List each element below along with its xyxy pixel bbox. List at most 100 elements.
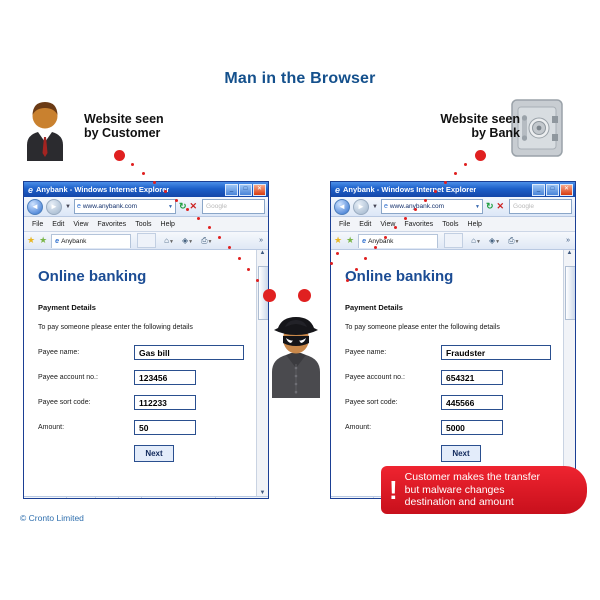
input-payee-name[interactable]: Gas bill xyxy=(134,345,244,360)
favorites-star-icon[interactable]: ★ xyxy=(334,235,342,246)
input-account-no[interactable]: 123456 xyxy=(134,370,196,385)
close-button[interactable]: ✕ xyxy=(560,184,573,196)
toolbar-overflow-icon[interactable]: » xyxy=(259,237,265,244)
print-icon[interactable]: ⎙▼ xyxy=(201,236,212,246)
window-controls[interactable]: _ □ ✕ xyxy=(532,184,573,196)
browser-navbar[interactable]: ◄ ► ▼ e www.anybank.com ▼ ↻ ✕ Google xyxy=(24,197,268,217)
page-scrollbar[interactable]: ▲ ▼ xyxy=(563,250,575,496)
stop-button[interactable]: ✕ xyxy=(190,201,198,212)
window-controls[interactable]: _ □ ✕ xyxy=(225,184,266,196)
back-button[interactable]: ◄ xyxy=(27,198,43,215)
history-dropdown-icon[interactable]: ▼ xyxy=(372,204,378,210)
arrow-dot xyxy=(153,181,156,184)
menu-item-view[interactable]: View xyxy=(73,221,88,228)
arrow-dot xyxy=(394,226,397,229)
scroll-down-icon[interactable]: ▼ xyxy=(260,490,266,496)
input-amount[interactable]: 50 xyxy=(134,420,196,435)
next-button[interactable]: Next xyxy=(441,445,481,462)
callout-line1: Customer makes the transfer xyxy=(404,471,541,484)
arrow-dot xyxy=(444,181,447,184)
menu-item-edit[interactable]: Edit xyxy=(359,221,371,228)
value-payee-name: Fraudster xyxy=(446,347,486,358)
arrow-dot xyxy=(374,246,377,249)
search-input[interactable]: Google xyxy=(509,199,572,214)
input-amount[interactable]: 5000 xyxy=(441,420,503,435)
forward-button[interactable]: ► xyxy=(46,198,62,215)
menu-bar[interactable]: File Edit View Favorites Tools Help xyxy=(331,217,575,232)
input-payee-name[interactable]: Fraudster xyxy=(441,345,551,360)
menu-item-edit[interactable]: Edit xyxy=(52,221,64,228)
input-sort-code[interactable]: 445566 xyxy=(441,395,503,410)
form-row-account-no: Payee account no.: 654321 xyxy=(345,370,555,385)
scroll-up-icon[interactable]: ▲ xyxy=(260,250,266,256)
arrow-dot xyxy=(197,217,200,220)
next-button[interactable]: Next xyxy=(134,445,174,462)
tab-bar[interactable]: ★ ★ e Anybank ⌂▼ ◈▼ ⎙▼ » xyxy=(24,232,268,250)
new-tab-button[interactable] xyxy=(444,233,464,248)
forward-button[interactable]: ► xyxy=(353,198,369,215)
browser-navbar[interactable]: ◄ ► ▼ e www.anybank.com ▼ ↻ ✕ Google xyxy=(331,197,575,217)
arrow-dot xyxy=(355,268,358,271)
address-bar[interactable]: e www.anybank.com ▼ xyxy=(380,199,483,214)
menu-item-tools[interactable]: Tools xyxy=(442,221,458,228)
label-account-no: Payee account no.: xyxy=(345,374,405,381)
tab-bar[interactable]: ★ ★ e Anybank ⌂▼ ◈▼ ⎙▼ » xyxy=(331,232,575,250)
browser-window-customer[interactable]: e Anybank - Windows Internet Explorer _ … xyxy=(23,181,269,499)
address-bar[interactable]: e www.anybank.com ▼ xyxy=(73,199,176,214)
search-placeholder: Google xyxy=(206,203,228,210)
menu-bar[interactable]: File Edit View Favorites Tools Help xyxy=(24,217,268,232)
favorites-star-icon[interactable]: ★ xyxy=(27,235,35,246)
input-sort-code[interactable]: 112233 xyxy=(134,395,196,410)
browser-tab-anybank[interactable]: e Anybank xyxy=(358,233,439,248)
stop-button[interactable]: ✕ xyxy=(497,201,505,212)
window-title: Anybank - Windows Internet Explorer xyxy=(36,185,170,194)
status-cell-4 xyxy=(119,497,142,498)
browser-window-bank[interactable]: e Anybank - Windows Internet Explorer _ … xyxy=(330,181,576,499)
search-input[interactable]: Google xyxy=(202,199,265,214)
label-account-no: Payee account no.: xyxy=(38,374,98,381)
print-icon[interactable]: ⎙▼ xyxy=(508,236,519,246)
scrollbar-thumb[interactable] xyxy=(565,266,575,320)
status-bar: 🖳 My Computer 🔍 100% ▼ xyxy=(24,496,268,498)
menu-item-favorites[interactable]: Favorites xyxy=(404,221,433,228)
maximize-button[interactable]: □ xyxy=(239,184,252,196)
address-dropdown-icon[interactable]: ▼ xyxy=(475,204,480,210)
input-account-no[interactable]: 654321 xyxy=(441,370,503,385)
maximize-button[interactable]: □ xyxy=(546,184,559,196)
label-sort-code: Payee sort code: xyxy=(345,399,398,406)
toolbar-overflow-icon[interactable]: » xyxy=(566,237,572,244)
home-icon[interactable]: ⌂▼ xyxy=(164,236,174,245)
scroll-up-icon[interactable]: ▲ xyxy=(567,250,573,256)
refresh-button[interactable]: ↻ xyxy=(486,201,494,212)
arrow-dot xyxy=(238,257,241,260)
value-sort-code: 445566 xyxy=(446,397,475,408)
tab-favicon-icon: e xyxy=(362,237,367,245)
add-favorite-icon[interactable]: ★ xyxy=(346,235,354,246)
menu-item-file[interactable]: File xyxy=(32,221,43,228)
window-title: Anybank - Windows Internet Explorer xyxy=(343,185,477,194)
browser-tab-anybank[interactable]: e Anybank xyxy=(51,233,132,248)
menu-item-tools[interactable]: Tools xyxy=(135,221,151,228)
minimize-button[interactable]: _ xyxy=(225,184,238,196)
back-button[interactable]: ◄ xyxy=(334,198,350,215)
address-dropdown-icon[interactable]: ▼ xyxy=(168,204,173,210)
menu-item-help[interactable]: Help xyxy=(468,221,482,228)
history-dropdown-icon[interactable]: ▼ xyxy=(65,204,71,210)
zoom-control[interactable]: 🔍 100% ▼ xyxy=(215,497,268,498)
add-favorite-icon[interactable]: ★ xyxy=(39,235,47,246)
menu-item-help[interactable]: Help xyxy=(161,221,175,228)
minimize-button[interactable]: _ xyxy=(532,184,545,196)
feeds-icon[interactable]: ◈▼ xyxy=(182,236,193,245)
feeds-icon[interactable]: ◈▼ xyxy=(489,236,500,245)
new-tab-button[interactable] xyxy=(137,233,157,248)
menu-item-file[interactable]: File xyxy=(339,221,350,228)
status-cell-3 xyxy=(96,497,119,498)
arrow-dot xyxy=(131,163,134,166)
home-icon[interactable]: ⌂▼ xyxy=(471,236,481,245)
menu-item-favorites[interactable]: Favorites xyxy=(97,221,126,228)
hacker-icon xyxy=(262,310,330,398)
close-button[interactable]: ✕ xyxy=(253,184,266,196)
arrow-dot xyxy=(404,217,407,220)
arrow-dot xyxy=(208,226,211,229)
arrow-dot xyxy=(228,246,231,249)
